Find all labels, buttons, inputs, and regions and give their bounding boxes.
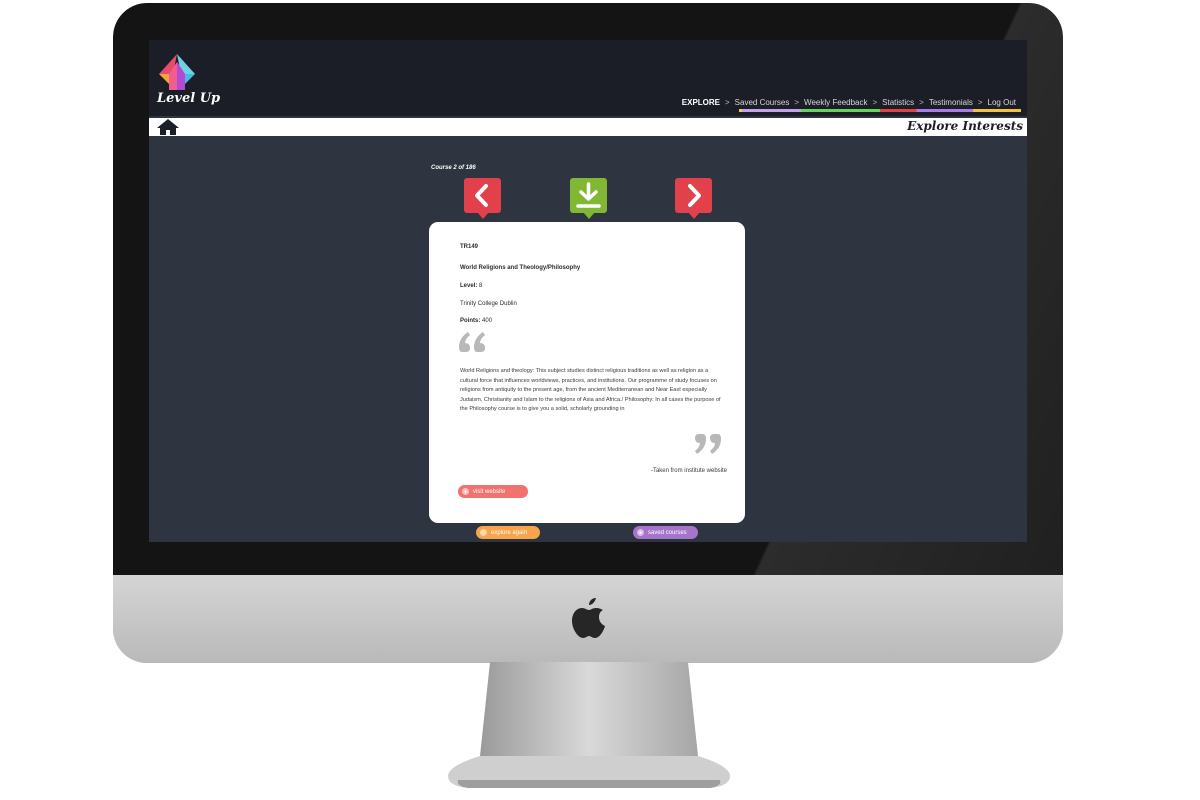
nav-separator: > [725,98,730,107]
course-institution: Trinity College Dublin [460,301,517,307]
page-title: Explore Interests [907,119,1023,133]
apple-logo-icon [572,598,605,638]
points-value: 400 [482,318,493,324]
nav-weekly-feedback[interactable]: Weekly Feedback [803,98,868,107]
monitor-chin [113,575,1063,663]
course-title: World Religions and Theology/Philosophy [460,265,581,271]
download-icon [576,182,601,208]
home-icon[interactable] [157,119,179,135]
nav-statistics[interactable]: Statistics [881,98,915,107]
saved-courses-button[interactable]: ● saved courses [633,526,698,539]
logo-text: Level Up [157,91,221,106]
app-screen: Level Up EXPLORE > Saved Courses > Weekl… [149,40,1027,542]
chevron-left-icon: ‹ [480,529,487,536]
previous-course-button[interactable] [464,178,501,219]
visit-website-label: visit website [473,488,506,495]
nav-log-out[interactable]: Log Out [987,98,1017,107]
nav-separator: > [794,98,800,107]
explore-again-button[interactable]: ‹ explore again [476,526,540,539]
save-course-button[interactable] [570,178,607,219]
saved-courses-label: saved courses [648,529,687,536]
course-code: TR149 [460,244,479,250]
monitor-frame: Level Up EXPLORE > Saved Courses > Weekl… [113,3,1063,663]
visit-website-button[interactable]: ● visit website [458,485,528,498]
main-nav: EXPLORE > Saved Courses > Weekly Feedbac… [681,98,1017,107]
chevron-right-icon [688,184,701,207]
course-points: Points: 400 [460,318,492,324]
quote-close-icon [695,434,721,454]
course-level: Level: 8 [460,283,482,289]
description-source: -Taken from institute website [650,468,727,474]
sub-bar: Explore Interests [149,118,1027,136]
nav-separator: > [872,98,878,107]
user-icon: ● [637,529,644,536]
course-card: TR149 World Religions and Theology/Philo… [429,222,745,523]
nav-saved-courses[interactable]: Saved Courses [734,98,791,107]
globe-icon: ● [462,488,469,495]
next-course-button[interactable] [675,178,712,219]
explore-again-label: explore again [491,529,528,536]
nav-testimonials[interactable]: Testimonials [928,98,974,107]
points-label: Points: [460,318,481,324]
nav-explore[interactable]: EXPLORE [681,98,721,107]
nav-separator: > [977,98,983,107]
level-value: 8 [479,283,483,289]
top-bar: Level Up EXPLORE > Saved Courses > Weekl… [149,40,1027,116]
level-label: Level: [460,283,478,289]
course-description: World Religions and theology: This subje… [460,368,721,413]
course-counter: Course 2 of 186 [431,165,476,171]
chevron-left-icon [475,184,488,207]
nav-color-underline [739,109,1021,112]
quote-open-icon [459,332,485,352]
monitor-stand [448,662,730,788]
monitor-bezel: Level Up EXPLORE > Saved Courses > Weekl… [113,3,1063,575]
nav-separator: > [919,98,924,107]
